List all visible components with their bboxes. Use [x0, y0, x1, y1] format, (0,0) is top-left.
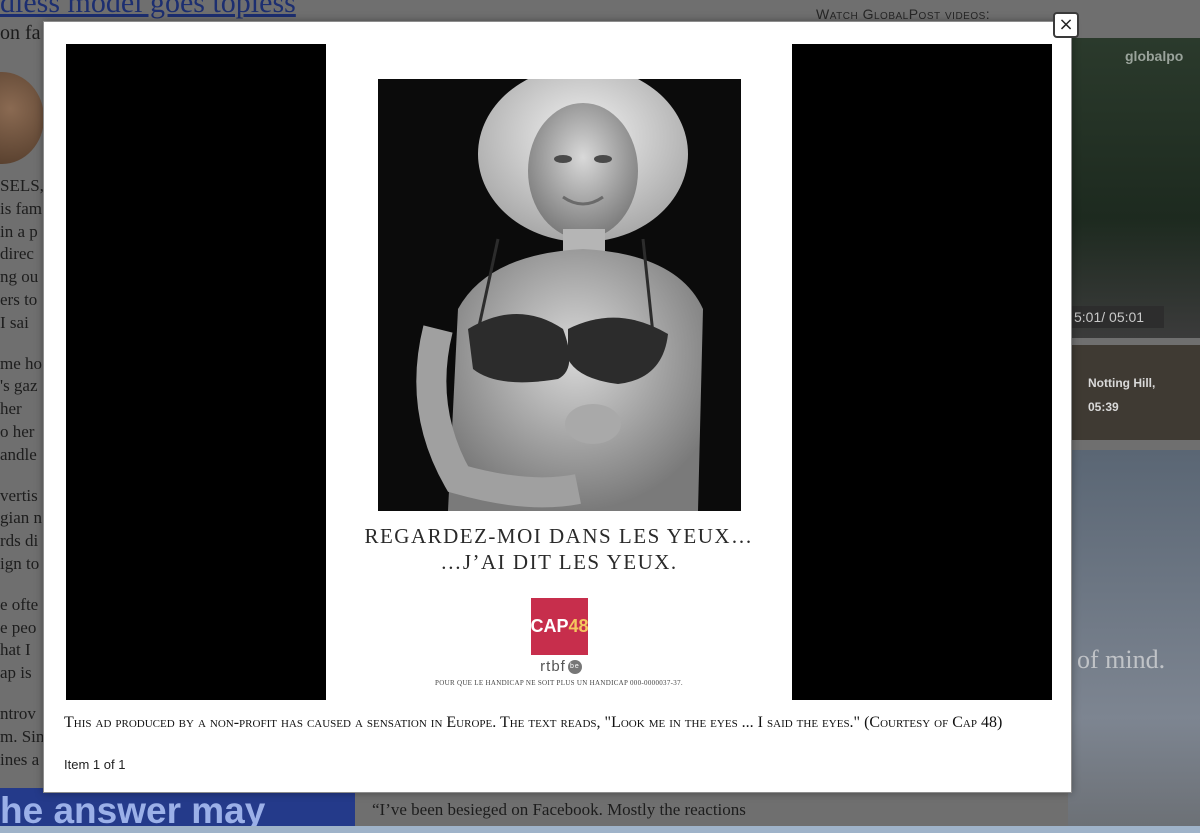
- video-player: [1068, 38, 1200, 338]
- sidebar-ad-text: of mind.: [1077, 645, 1166, 674]
- background-text-line: [0, 576, 44, 594]
- background-text-line: her: [0, 399, 22, 419]
- horizontal-scrollbar: [0, 826, 1200, 833]
- cap48-logo-text: CAP: [530, 616, 569, 636]
- cap48-logo: CAP 48: [530, 598, 589, 655]
- background-text-line: is fam: [0, 198, 43, 218]
- video-thumbnail-title: Notting Hill,: [1088, 376, 1156, 390]
- background-text-line: [0, 335, 44, 353]
- poster-headline-line2: …J’AI DIT LES YEUX.: [440, 550, 678, 574]
- background-text-line: ines a: [0, 749, 40, 769]
- item-counter: Item 1 of 1: [64, 757, 126, 772]
- background-text-line: 's gaz: [0, 376, 38, 396]
- background-text-line: ers to: [0, 289, 38, 309]
- background-text-line: ng ou: [0, 267, 39, 287]
- background-text-line: ap is: [0, 663, 32, 683]
- background-headline: dless model goes topless: [0, 0, 296, 19]
- close-button[interactable]: ×: [1053, 12, 1079, 38]
- rtbf-logo: rtbf be: [531, 658, 591, 675]
- close-icon: ×: [1058, 14, 1074, 35]
- poster-photo-illustration: [378, 79, 741, 511]
- poster-photo: [378, 79, 741, 511]
- background-text-line: in a p: [0, 221, 38, 241]
- background-text-line: ign to: [0, 553, 40, 573]
- background-text-line: I sai: [0, 312, 29, 332]
- background-article-text: SELS, is fam in a p direc ng ou ers to I sai me…: [0, 175, 44, 771]
- video-thumbnail: [1068, 345, 1200, 440]
- background-text-line: e ofte: [0, 594, 39, 614]
- poster-tagline: POUR QUE LE HANDICAP NE SOIT PLUS UN HAN…: [435, 679, 683, 687]
- poster-headline-line1: REGARDEZ-MOI DANS LES YEUX…: [364, 524, 754, 548]
- background-quote: “I’ve been besieged on Facebook. Mostly …: [372, 800, 746, 819]
- image-caption: This ad produced by a non-profit has cau…: [64, 714, 1003, 731]
- background-text-line: vertis: [0, 485, 38, 505]
- video-brand: globalpo: [1125, 48, 1184, 64]
- background-text-line: o her: [0, 421, 35, 441]
- background-text-line: me ho: [0, 353, 43, 373]
- background-text-line: hat I: [0, 640, 31, 660]
- background-text-line: [0, 685, 44, 703]
- background-text-line: m. Sin: [0, 726, 44, 746]
- video-thumbnail-duration: 05:39: [1088, 400, 1119, 414]
- author-avatar: [0, 72, 44, 164]
- background-text-line: [0, 467, 44, 485]
- background-text-line: ntrov: [0, 703, 36, 723]
- video-section-label: Watch GlobalPost videos:: [816, 6, 991, 22]
- rtbf-logo-text: rtbf: [540, 658, 566, 675]
- background-text-line: gian n: [0, 508, 43, 528]
- background-text-line: rds di: [0, 531, 39, 551]
- background-text-line: e peo: [0, 617, 37, 637]
- background-text-line: andle: [0, 444, 37, 464]
- background-text-line: direc: [0, 244, 34, 264]
- background-text-line: SELS,: [0, 176, 44, 195]
- cap48-logo-number: 48: [568, 616, 589, 636]
- video-time: 5:01/ 05:01: [1068, 306, 1164, 328]
- ad-poster-image: REGARDEZ-MOI DANS LES YEUX… …J’AI DIT LE…: [326, 44, 792, 700]
- background-subline: on fa: [0, 22, 41, 44]
- sidebar-ad: [1068, 450, 1200, 833]
- rtbf-logo-badge: be: [567, 660, 582, 675]
